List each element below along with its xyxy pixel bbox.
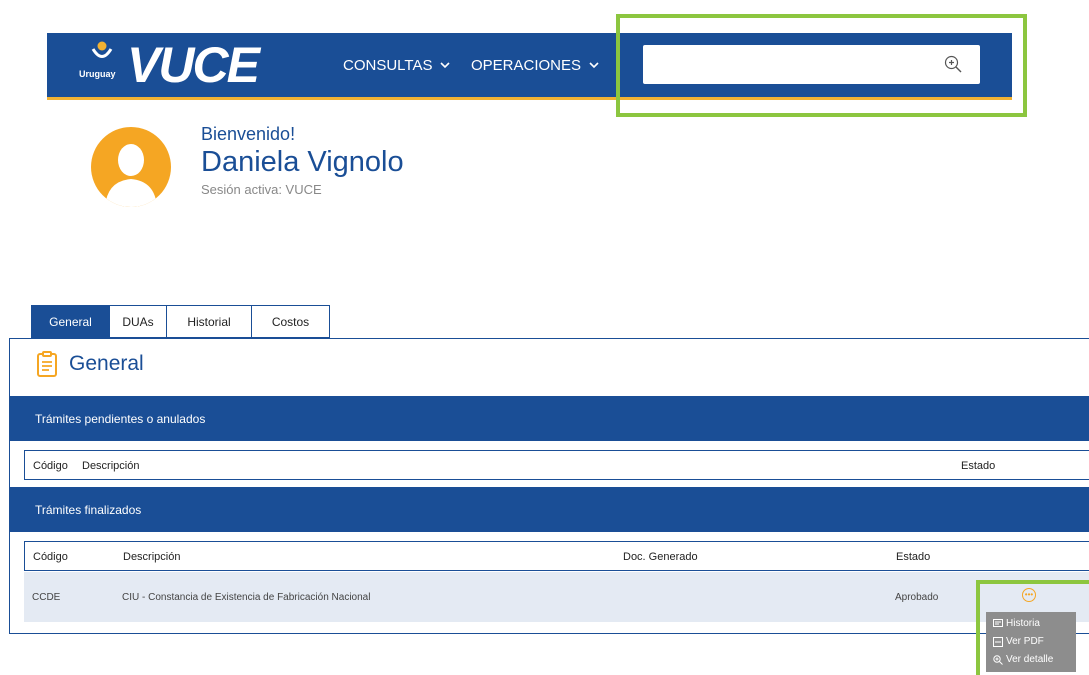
tab-costos[interactable]: Costos (252, 305, 330, 338)
user-silhouette-icon (105, 144, 157, 207)
nav-operaciones-label: OPERACIONES (471, 57, 582, 74)
cell-estado: Aprobado (895, 592, 939, 603)
user-name: Daniela Vignolo (201, 146, 404, 178)
tab-general[interactable]: General (31, 305, 110, 338)
vuce-logo[interactable]: Uruguay VUCE (79, 37, 289, 98)
nav-consultas[interactable]: CONSULTAS (343, 57, 451, 74)
chevron-down-icon (589, 62, 599, 69)
menu-highlight-frame (976, 580, 1089, 675)
col-estado: Estado (961, 460, 996, 472)
logo-wordmark: VUCE (127, 37, 260, 93)
col-estado: Estado (896, 551, 931, 563)
tab-duas[interactable]: DUAs (110, 305, 167, 338)
col-codigo: Código (33, 551, 68, 563)
logo-country-label: Uruguay (79, 69, 116, 79)
table-row[interactable]: CCDE CIU - Constancia de Existencia de F… (24, 572, 1089, 622)
chevron-down-icon (440, 62, 451, 69)
welcome-greeting: Bienvenido! (201, 124, 296, 144)
session-status: Sesión activa: VUCE (201, 182, 322, 197)
col-doc-generado: Doc. Generado (623, 551, 698, 563)
panel-title: General (69, 352, 144, 375)
col-descripcion: Descripción (123, 551, 181, 563)
search-highlight-frame (616, 14, 1027, 117)
pending-table-header: Código Descripción Estado (24, 450, 1089, 480)
cell-descripcion: CIU - Constancia de Existencia de Fabric… (122, 592, 371, 603)
cell-codigo: CCDE (32, 592, 61, 603)
logo-emblem-icon (91, 41, 113, 58)
finished-section-header: Trámites finalizados (9, 487, 1089, 532)
tab-historial[interactable]: Historial (167, 305, 252, 338)
panel-heading: General (37, 351, 144, 377)
clipboard-icon (37, 351, 57, 377)
col-descripcion: Descripción (82, 460, 140, 472)
avatar (91, 127, 171, 207)
nav-operaciones[interactable]: OPERACIONES (471, 57, 599, 74)
finished-table-header: Código Descripción Doc. Generado Estado (24, 541, 1089, 571)
welcome-block: Bienvenido! Daniela Vignolo Sesión activ… (201, 124, 404, 197)
nav-consultas-label: CONSULTAS (343, 57, 433, 74)
pending-section-header: Trámites pendientes o anulados (9, 396, 1089, 441)
col-codigo: Código (33, 460, 68, 472)
tab-bar: General DUAs Historial Costos (31, 305, 330, 338)
